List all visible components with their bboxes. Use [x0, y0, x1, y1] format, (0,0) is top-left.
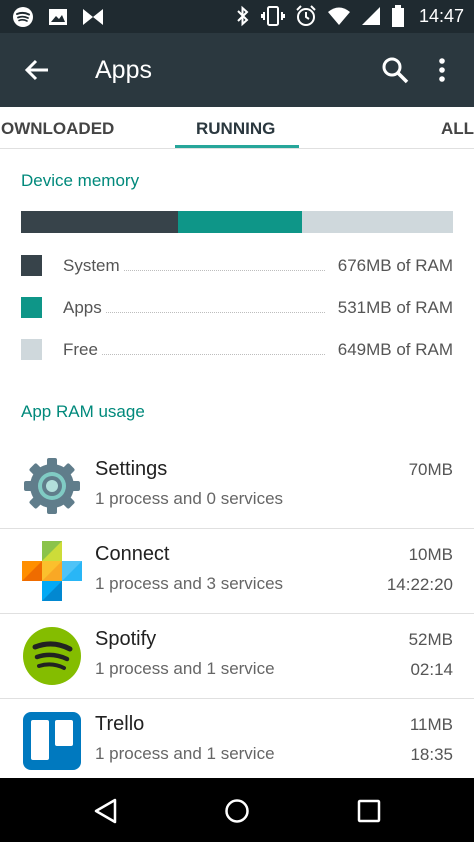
clock: 14:47: [418, 5, 464, 26]
list-item-connect[interactable]: Connect 1 process and 3 services 10MB 14…: [0, 529, 474, 614]
battery-icon: [391, 5, 404, 27]
connect-icon: [22, 541, 82, 601]
bluetooth-icon: [237, 5, 249, 27]
trello-icon: [23, 712, 81, 770]
tab-running[interactable]: RUNNING: [196, 119, 275, 139]
app-size: 11MB: [409, 715, 453, 734]
spotify-icon: [13, 7, 33, 27]
alarm-icon: [296, 5, 316, 26]
device-memory-title: Device memory: [21, 171, 140, 190]
legend-label: Apps: [63, 298, 106, 318]
memory-segment-apps: [178, 211, 302, 233]
app-name: Trello: [95, 713, 145, 735]
app-name: Spotify: [95, 628, 157, 650]
nav-recents-icon[interactable]: [354, 796, 384, 826]
nav-home-icon[interactable]: [222, 796, 252, 826]
app-size: 52MB: [408, 630, 453, 649]
arrow-back-icon[interactable]: [22, 55, 52, 85]
page-title: Apps: [95, 56, 152, 84]
app-ram-usage-title: App RAM usage: [21, 402, 145, 421]
list-item-trello[interactable]: Trello 1 process and 1 service 11MB 18:3…: [0, 699, 474, 784]
search-icon[interactable]: [380, 55, 410, 85]
memory-segment-system: [21, 211, 179, 233]
vibrate-icon: [260, 6, 285, 26]
legend-label: Free: [63, 340, 102, 360]
navigation-bar: [0, 778, 474, 842]
spotify-icon: [23, 627, 81, 685]
legend-row-apps: Apps 531MB of RAM: [21, 296, 453, 320]
tab-downloaded[interactable]: OWNLOADED: [1, 119, 114, 139]
app-name: Connect: [95, 543, 170, 565]
apps-swatch: [21, 297, 42, 318]
status-bar: 14:47: [0, 0, 474, 33]
more-vert-icon[interactable]: [432, 55, 452, 85]
system-swatch: [21, 255, 42, 276]
settings-gear-icon: [24, 458, 80, 514]
app-name: Settings: [95, 458, 168, 480]
dotted-leader: [63, 354, 325, 355]
legend-value: 649MB of RAM: [335, 340, 453, 360]
app-detail: 1 process and 1 service: [95, 659, 275, 678]
wifi-icon: [327, 7, 350, 25]
legend-row-system: System 676MB of RAM: [21, 254, 453, 278]
tab-bar: OWNLOADED RUNNING ALL: [0, 107, 474, 149]
nav-back-icon[interactable]: [91, 796, 121, 826]
app-size: 10MB: [408, 545, 453, 564]
signal-icon: [361, 7, 380, 25]
app-detail: 1 process and 1 service: [95, 744, 275, 763]
app-detail: 1 process and 0 services: [95, 489, 284, 508]
legend-label: System: [63, 256, 124, 276]
legend-value: 531MB of RAM: [335, 298, 453, 318]
app-toolbar: Apps: [0, 33, 474, 107]
app-time: 14:22:20: [386, 575, 453, 594]
trello-notification-icon: [83, 9, 103, 25]
memory-usage-bar: [21, 211, 453, 233]
image-icon: [49, 9, 67, 25]
memory-segment-free: [301, 211, 453, 233]
app-detail: 1 process and 3 services: [95, 574, 284, 593]
legend-row-free: Free 649MB of RAM: [21, 338, 453, 362]
list-item-spotify[interactable]: Spotify 1 process and 1 service 52MB 02:…: [0, 614, 474, 699]
legend-value: 676MB of RAM: [335, 256, 453, 276]
app-size: 70MB: [408, 460, 453, 479]
app-time: 02:14: [410, 660, 453, 679]
free-swatch: [21, 339, 42, 360]
tab-indicator: [175, 145, 299, 148]
list-item-settings[interactable]: Settings 1 process and 0 services 70MB: [0, 444, 474, 529]
app-time: 18:35: [410, 745, 453, 764]
tab-all[interactable]: ALL: [441, 119, 474, 139]
